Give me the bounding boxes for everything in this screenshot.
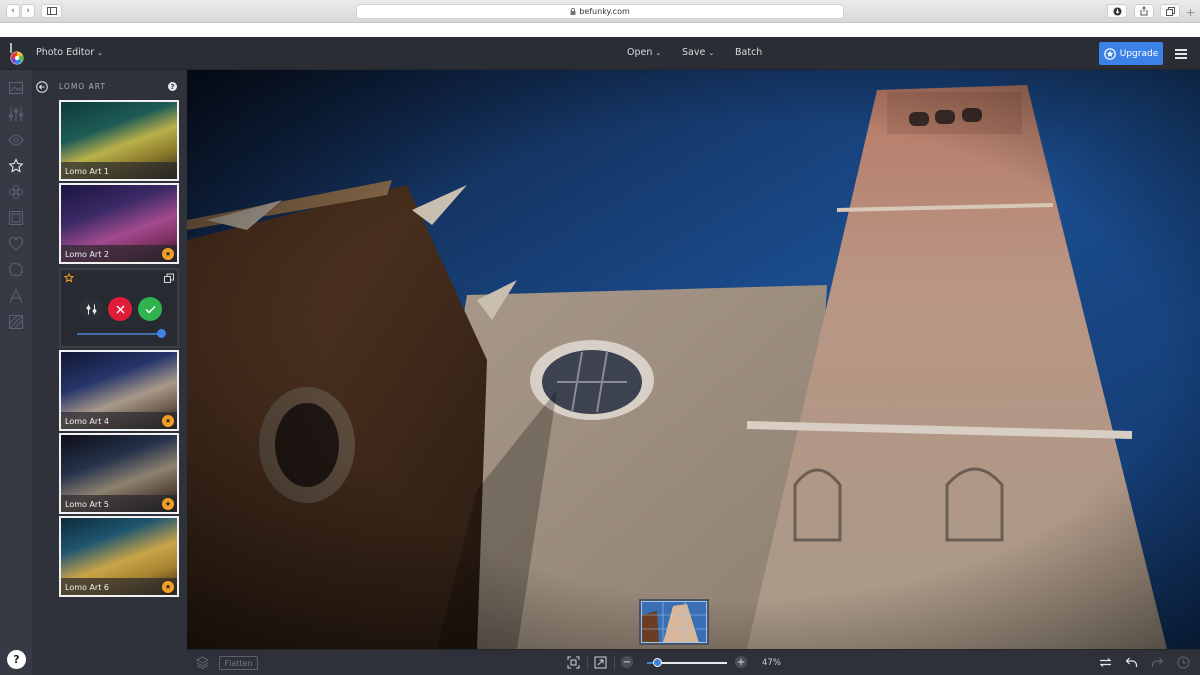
effect-settings-button[interactable] [79, 297, 103, 321]
share-icon [1140, 6, 1148, 16]
help-button[interactable]: ? [7, 650, 26, 669]
app-header: Photo Editor ⌄ Open ⌄ Save ⌄ Batch Upgra… [0, 37, 1200, 70]
navigator-minimap[interactable] [639, 599, 709, 645]
effect-label: Lomo Art 4 [65, 417, 109, 426]
check-icon [144, 305, 156, 314]
close-icon [116, 305, 124, 313]
heart-icon[interactable] [8, 236, 24, 252]
navigator-preview [641, 601, 707, 643]
zoom-slider-knob[interactable] [652, 658, 662, 667]
effect-thumb-lomo-art-4[interactable]: Lomo Art 4 ★ [59, 350, 179, 431]
redo-icon[interactable] [1151, 656, 1164, 669]
befunky-logo[interactable] [9, 43, 25, 65]
flatten-button[interactable]: Flatten [219, 656, 258, 670]
chevron-left-icon: ‹ [11, 6, 15, 16]
active-effect-controls [59, 268, 179, 348]
image-manager-icon[interactable] [8, 80, 24, 96]
app-title: Photo Editor [36, 47, 95, 58]
zoom-slider[interactable] [647, 658, 727, 667]
layers-icon[interactable] [196, 656, 209, 669]
open-label: Open [627, 47, 653, 58]
save-menu-button[interactable]: Save ⌄ [682, 47, 714, 58]
chevron-down-icon: ⌄ [708, 49, 715, 57]
artsy-flower-icon[interactable] [8, 184, 24, 200]
star-icon[interactable] [8, 158, 24, 174]
sliders-icon [86, 304, 96, 314]
premium-star-icon: ★ [162, 581, 174, 593]
zoom-in-button[interactable]: + [735, 656, 747, 668]
hamburger-menu-icon[interactable] [1175, 49, 1187, 59]
upgrade-button[interactable]: Upgrade [1099, 42, 1163, 65]
apply-effect-button[interactable] [138, 297, 162, 321]
compare-swap-icon[interactable] [1099, 656, 1112, 669]
cancel-effect-button[interactable] [108, 297, 132, 321]
address-bar[interactable]: befunky.com [356, 4, 844, 19]
tabs-button[interactable] [1160, 4, 1180, 18]
fit-to-screen-icon[interactable] [567, 656, 580, 669]
favorite-star-icon[interactable] [64, 273, 74, 283]
text-icon[interactable] [8, 288, 24, 304]
effect-label: Lomo Art 6 [65, 583, 109, 592]
browser-forward-button[interactable]: › [21, 4, 35, 18]
bottom-toolbar: Flatten − + 47% [187, 649, 1200, 675]
slider-knob[interactable] [157, 329, 166, 338]
effect-label: Lomo Art 1 [65, 167, 109, 176]
zoom-level: 47% [762, 658, 781, 668]
back-arrow-icon[interactable] [36, 81, 48, 93]
effect-amount-slider[interactable] [77, 329, 166, 338]
effect-label: Lomo Art 2 [65, 250, 109, 259]
upgrade-label: Upgrade [1119, 48, 1159, 59]
chevron-right-icon: › [26, 6, 30, 16]
effects-panel: LOMO ART ? Lomo Art 1 Lomo Art 2 ★ Lomo … [33, 70, 187, 675]
texture-icon[interactable] [8, 314, 24, 330]
adjust-sliders-icon[interactable] [8, 106, 24, 122]
premium-star-icon: ★ [162, 498, 174, 510]
layers-copy-icon[interactable] [164, 273, 174, 283]
browser-back-button[interactable]: ‹ [6, 4, 20, 18]
sidebar-icon [46, 7, 57, 15]
page-top-strip [0, 23, 1200, 37]
panel-header: LOMO ART ? [33, 79, 187, 95]
lock-icon [570, 8, 576, 15]
minus-icon: − [622, 656, 632, 668]
badge-shape-icon[interactable] [8, 262, 24, 278]
effect-label: Lomo Art 5 [65, 500, 109, 509]
new-tab-button[interactable]: + [1186, 6, 1195, 19]
eye-icon[interactable] [8, 132, 24, 148]
url-text: befunky.com [579, 7, 630, 16]
downloads-button[interactable] [1107, 4, 1127, 18]
browser-toolbar: ‹ › befunky.com + [0, 0, 1200, 23]
chevron-down-icon: ⌄ [97, 49, 104, 57]
batch-label: Batch [735, 47, 763, 58]
save-label: Save [682, 47, 706, 58]
star-badge-icon [1103, 47, 1116, 60]
open-menu-button[interactable]: Open ⌄ [627, 47, 661, 58]
app-title-dropdown[interactable]: Photo Editor ⌄ [36, 47, 103, 58]
panel-title: LOMO ART [59, 82, 106, 91]
share-button[interactable] [1134, 4, 1154, 18]
photo-canvas[interactable] [187, 70, 1200, 649]
premium-star-icon: ★ [162, 248, 174, 260]
effect-thumb-lomo-art-1[interactable]: Lomo Art 1 [59, 100, 179, 181]
history-clock-icon[interactable] [1177, 656, 1190, 669]
plus-icon: + [736, 656, 746, 668]
batch-button[interactable]: Batch [735, 47, 762, 58]
panel-help-icon[interactable]: ? [168, 82, 177, 91]
tabs-icon [1165, 6, 1175, 16]
effect-thumb-lomo-art-5[interactable]: Lomo Art 5 ★ [59, 433, 179, 514]
premium-star-icon: ★ [162, 415, 174, 427]
edited-photo [187, 70, 1200, 649]
effect-thumb-lomo-art-2[interactable]: Lomo Art 2 ★ [59, 183, 179, 264]
chevron-down-icon: ⌄ [655, 49, 662, 57]
frame-icon[interactable] [8, 210, 24, 226]
actual-size-icon[interactable] [594, 656, 607, 669]
browser-sidebar-button[interactable] [41, 4, 62, 18]
undo-icon[interactable] [1125, 656, 1138, 669]
download-icon [1113, 7, 1121, 15]
tool-rail [0, 70, 33, 675]
zoom-out-button[interactable]: − [621, 656, 633, 668]
effect-thumb-lomo-art-6[interactable]: Lomo Art 6 ★ [59, 516, 179, 597]
